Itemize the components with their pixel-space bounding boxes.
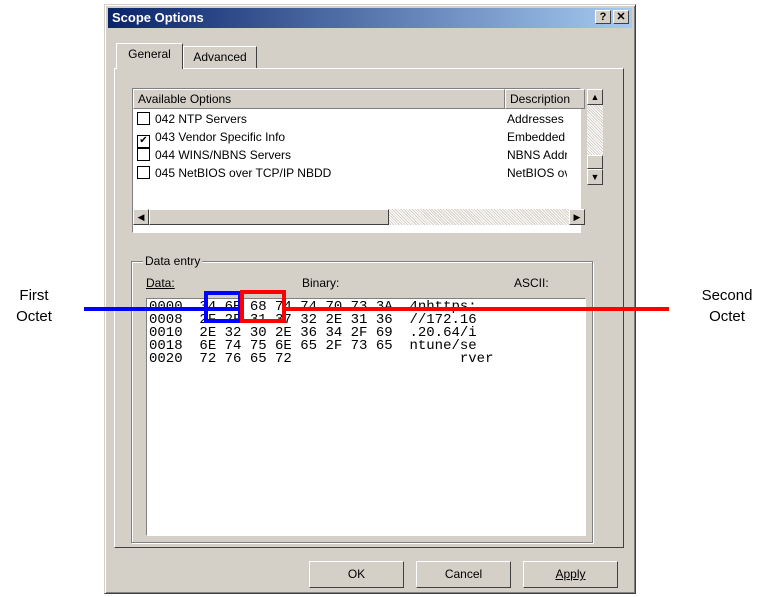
second-octet-highlight [240, 290, 286, 323]
tab-general[interactable]: General [116, 43, 183, 69]
second-octet-label: Second Octet [701, 287, 753, 325]
first-octet-label: First Octet [16, 287, 52, 325]
annotation-overlay [84, 290, 669, 323]
